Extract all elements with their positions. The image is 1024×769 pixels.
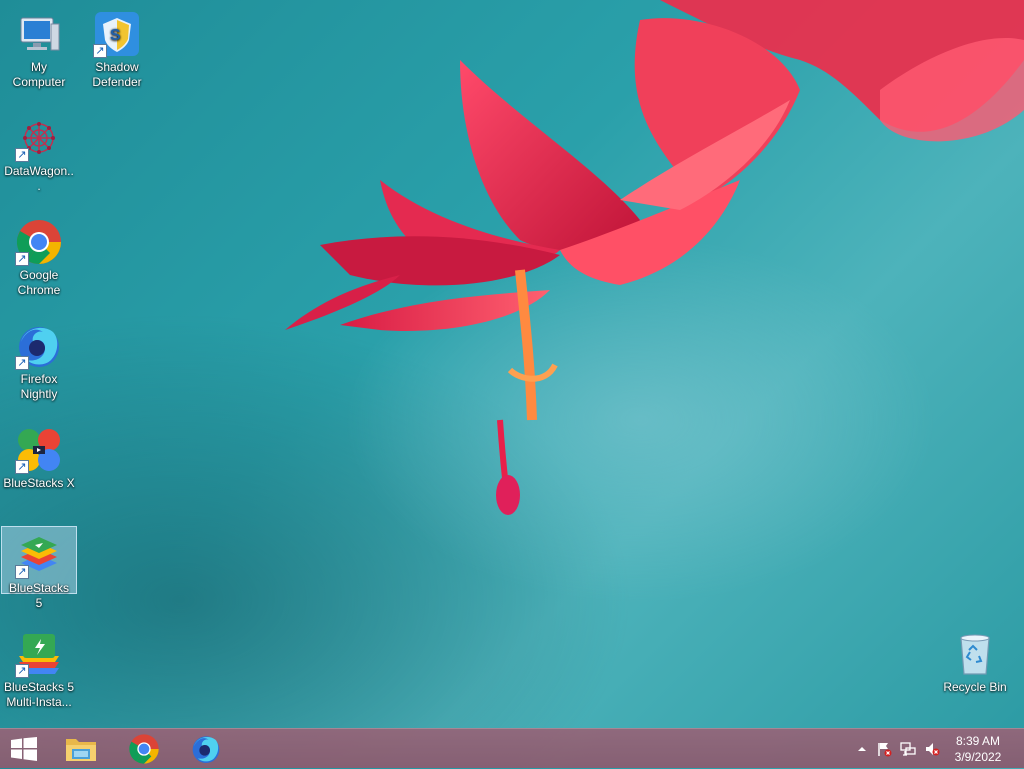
taskbar-google-chrome[interactable] (114, 729, 174, 769)
desktop-icon-google-chrome[interactable]: ↗ Google Chrome (1, 214, 77, 298)
desktop-icon-bluestacks-x[interactable]: ↗ BlueStacks X (1, 422, 77, 491)
action-center-flag-icon[interactable] (876, 741, 892, 757)
bluestacks-5-icon: ↗ (15, 531, 63, 579)
icon-label: BlueStacks X (3, 476, 75, 490)
desktop-icon-firefox-nightly[interactable]: ↗ Firefox Nightly (1, 318, 77, 402)
clock-date: 3/9/2022 (954, 750, 1002, 764)
desktop-wallpaper (285, 0, 1024, 515)
icon-label: Shadow Defender (92, 60, 142, 89)
system-tray: 8:39 AM 3/9/2022 (834, 729, 1024, 769)
windows-logo-icon (11, 737, 37, 761)
taskbar: 8:39 AM 3/9/2022 (0, 728, 1024, 768)
shortcut-arrow-icon: ↗ (15, 356, 29, 370)
icon-label: Recycle Bin (943, 680, 1007, 694)
desktop-icon-recycle-bin[interactable]: Recycle Bin (937, 626, 1013, 695)
icon-label: My Computer (12, 60, 66, 89)
shadow-defender-icon: S ↗ (93, 10, 141, 58)
taskbar-clock[interactable]: 8:39 AM 3/9/2022 (952, 733, 1004, 765)
bluestacks-multi-instance-icon: ↗ (15, 630, 63, 678)
chrome-icon (129, 734, 159, 764)
volume-muted-icon[interactable] (924, 741, 940, 757)
taskbar-file-explorer[interactable] (50, 729, 110, 769)
computer-icon (15, 10, 63, 58)
bluestacks-x-icon: ↗ (15, 426, 63, 474)
chrome-icon: ↗ (15, 218, 63, 266)
datawagon-icon: ↗ (15, 114, 63, 162)
shortcut-arrow-icon: ↗ (15, 148, 29, 162)
shortcut-arrow-icon: ↗ (15, 565, 29, 579)
show-hidden-icons-chevron-up-icon[interactable] (854, 741, 870, 757)
icon-label: Google Chrome (17, 268, 61, 297)
desktop-icon-shadow-defender[interactable]: S ↗ Shadow Defender (79, 6, 155, 90)
icon-label: BlueStacks 5 (8, 581, 70, 610)
svg-text:S: S (110, 27, 121, 44)
shortcut-arrow-icon: ↗ (15, 460, 29, 474)
recycle-bin-icon (951, 630, 999, 678)
shortcut-arrow-icon: ↗ (15, 252, 29, 266)
desktop-icon-bluestacks-5[interactable]: ↗ BlueStacks 5 (1, 526, 77, 610)
folder-icon (66, 739, 96, 761)
shortcut-arrow-icon: ↗ (15, 664, 29, 678)
start-button[interactable] (0, 729, 48, 769)
taskbar-firefox-nightly[interactable] (176, 729, 236, 769)
icon-label: Firefox Nightly (20, 372, 58, 401)
shortcut-arrow-icon: ↗ (93, 44, 107, 58)
firefox-nightly-icon (192, 736, 220, 763)
clock-time: 8:39 AM (955, 734, 1001, 748)
icon-label: BlueStacks 5 Multi-Insta... (3, 680, 75, 709)
desktop-icon-my-computer[interactable]: My Computer (1, 6, 77, 90)
network-icon[interactable] (900, 741, 916, 757)
desktop-icon-datawagon[interactable]: ↗ DataWagon... (1, 110, 77, 194)
firefox-nightly-icon: ↗ (15, 322, 63, 370)
desktop-icon-bluestacks-5-multi-instance[interactable]: ↗ BlueStacks 5 Multi-Insta... (1, 626, 77, 710)
icon-label: DataWagon... (4, 164, 74, 193)
